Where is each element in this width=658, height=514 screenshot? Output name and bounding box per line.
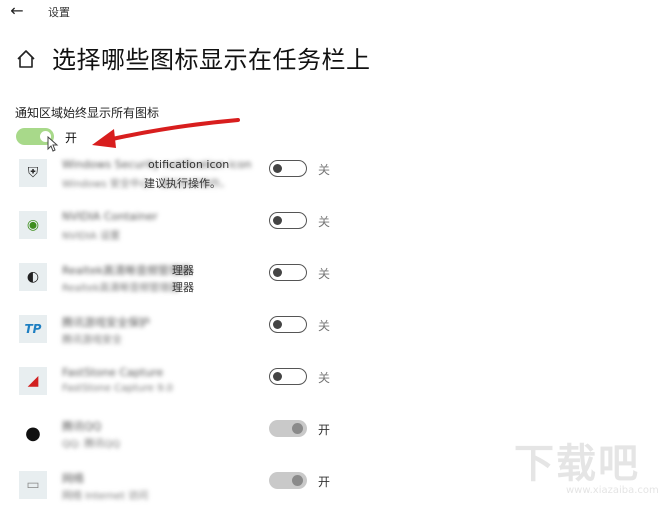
app-row-nvidia: ◉ NVIDIA Container NVIDIA 设置 关 [0, 202, 658, 254]
app-toggle-state: 关 [318, 319, 331, 333]
app-toggle-state: 关 [318, 163, 331, 177]
app-toggle[interactable] [269, 420, 307, 437]
watermark-text: 下载吧 [514, 441, 640, 487]
faststone-icon-glyph: ◢ [27, 373, 39, 389]
app-toggle[interactable] [269, 264, 307, 281]
network-icon-glyph: ▭ [26, 477, 40, 493]
window-title: 设置 [48, 6, 70, 19]
app-subtitle: QQ: 腾讯QQ [62, 439, 121, 450]
app-subtitle-visible: 理器 [172, 281, 194, 294]
qq-penguin-icon-glyph: ● [25, 422, 41, 444]
speaker-icon: ◐ [19, 263, 47, 291]
faststone-icon: ◢ [19, 367, 47, 395]
shield-icon-glyph: ⛨ [27, 165, 39, 181]
app-subtitle: NVIDIA 设置 [62, 231, 120, 242]
app-name-visible: 理器 [172, 264, 194, 277]
network-icon: ▭ [19, 471, 47, 499]
app-name: FastStone Capture [62, 366, 164, 379]
red-arrow-annotation [92, 118, 240, 148]
app-toggle[interactable] [269, 472, 307, 489]
page-title: 选择哪些图标显示在任务栏上 [52, 46, 371, 74]
tp-icon-glyph: TP [24, 322, 42, 336]
app-toggle-state: 关 [318, 267, 331, 281]
tp-icon: TP [19, 315, 47, 343]
app-row-tp: TP 腾讯游戏安全保护 腾讯游戏安全 关 [0, 306, 658, 358]
app-name: 网络 [62, 472, 84, 485]
nvidia-icon: ◉ [19, 211, 47, 239]
title-bar: ← 设置 [0, 0, 658, 24]
app-toggle-state: 关 [318, 215, 331, 229]
nvidia-icon-glyph: ◉ [26, 217, 40, 233]
app-row-security: ⛨ Windows Security notification icon oti… [0, 150, 658, 202]
app-toggle-state: 关 [318, 371, 331, 385]
app-subtitle: 网络 Internet 访问 [62, 491, 149, 502]
app-toggle-state: 开 [318, 423, 331, 437]
speaker-icon-glyph: ◐ [26, 269, 40, 285]
app-subtitle: Realtek高清晰音频管理器 [62, 283, 180, 294]
shield-icon: ⛨ [19, 159, 47, 187]
home-icon[interactable] [15, 48, 37, 70]
app-name: NVIDIA Container [62, 210, 158, 223]
app-name: 腾讯游戏安全保护 [62, 316, 150, 329]
app-toggle-state: 开 [318, 475, 331, 489]
app-subtitle-visible: 建议执行操作。 [144, 177, 221, 190]
watermark-url: www.xiazaiba.com [566, 485, 658, 496]
qq-penguin-icon: ● [19, 419, 47, 447]
app-row-realtek: ◐ Realtek高清晰音频管理器 理器 Realtek高清晰音频管理器 理器 … [0, 254, 658, 306]
watermark-logo: 下载吧 www.xiazaiba.com [512, 429, 658, 499]
app-name-visible: otification icon [148, 158, 230, 171]
app-subtitle: 腾讯游戏安全 [62, 335, 122, 346]
back-arrow-icon[interactable]: ← [6, 1, 28, 21]
always-show-state: 开 [65, 131, 78, 145]
app-toggle[interactable] [269, 368, 307, 385]
app-name: 腾讯QQ [62, 420, 102, 433]
app-toggle[interactable] [269, 160, 307, 177]
app-toggle[interactable] [269, 212, 307, 229]
app-toggle[interactable] [269, 316, 307, 333]
app-row-faststone: ◢ FastStone Capture FastStone Capture 9.… [0, 358, 658, 410]
app-subtitle: FastStone Capture 9.0 [62, 383, 173, 394]
